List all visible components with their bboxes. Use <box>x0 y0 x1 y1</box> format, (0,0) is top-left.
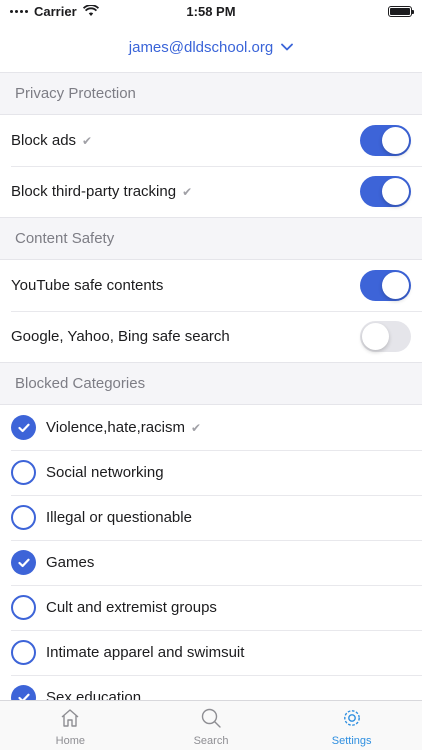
row-label: YouTube safe contents <box>11 277 360 294</box>
tab-settings[interactable]: Settings <box>281 701 422 750</box>
toggle-switch-block-third-party-tracking[interactable] <box>360 176 411 207</box>
toggle-knob <box>382 272 409 299</box>
toggle-knob <box>362 323 389 350</box>
setting-row-block-ads: Block ads ✔ <box>0 115 422 166</box>
toggle-switch-youtube-safe-contents[interactable] <box>360 270 411 301</box>
row-label-text: Intimate apparel and swimsuit <box>46 644 245 661</box>
category-row-cult-and-extremist-groups[interactable]: Cult and extremist groups <box>0 585 422 630</box>
row-label-text: Sex education <box>46 689 142 700</box>
section-header-privacy: Privacy Protection <box>0 72 422 115</box>
tab-label: Settings <box>331 735 372 747</box>
home-icon <box>59 707 81 732</box>
row-label-text: YouTube safe contents <box>11 277 164 294</box>
row-label: Cult and extremist groups <box>46 599 411 616</box>
row-label: Games <box>46 554 411 571</box>
row-label: Sex education <box>46 689 411 700</box>
account-email: james@dldschool.org <box>128 38 274 56</box>
settings-list[interactable]: Privacy Protection Block ads ✔ Block third-… <box>0 72 422 700</box>
checked-circle-icon[interactable] <box>11 415 36 440</box>
row-label-text: Illegal or questionable <box>46 509 192 526</box>
tab-home[interactable]: Home <box>0 701 141 750</box>
setting-row-google-yahoo-bing-safe-search: Google, Yahoo, Bing safe search <box>0 311 422 362</box>
row-label-text: Games <box>46 554 95 571</box>
row-label: Block ads ✔ <box>11 132 360 149</box>
chevron-down-icon <box>281 43 294 51</box>
search-icon <box>200 707 222 732</box>
toggle-knob <box>382 178 409 205</box>
row-label: Intimate apparel and swimsuit <box>46 644 411 661</box>
checkmark-icon: ✔ <box>82 133 93 148</box>
category-row-games[interactable]: Games <box>0 540 422 585</box>
row-label-text: Social networking <box>46 464 164 481</box>
row-label: Social networking <box>46 464 411 481</box>
carrier-label: Carrier <box>34 3 77 19</box>
checked-circle-icon[interactable] <box>11 550 36 575</box>
unchecked-circle-icon[interactable] <box>11 640 36 665</box>
tab-label: Home <box>55 735 85 747</box>
toggle-knob <box>382 127 409 154</box>
unchecked-circle-icon[interactable] <box>11 505 36 530</box>
row-label: Google, Yahoo, Bing safe search <box>11 328 360 345</box>
setting-row-youtube-safe-contents: YouTube safe contents <box>0 260 422 311</box>
gear-icon <box>341 707 363 732</box>
row-label-text: Block ads <box>11 132 77 149</box>
toggle-switch-block-ads[interactable] <box>360 125 411 156</box>
section-header-blocked: Blocked Categories <box>0 362 422 405</box>
wifi-icon <box>82 5 99 16</box>
row-label-text: Google, Yahoo, Bing safe search <box>11 328 230 345</box>
tab-label: Search <box>193 735 229 747</box>
unchecked-circle-icon[interactable] <box>11 595 36 620</box>
category-row-social-networking[interactable]: Social networking <box>0 450 422 495</box>
setting-row-block-third-party-tracking: Block third-party tracking ✔ <box>0 166 422 217</box>
signal-icon <box>10 9 28 13</box>
unchecked-circle-icon[interactable] <box>11 460 36 485</box>
toggle-switch-google-yahoo-bing-safe-search[interactable] <box>360 321 411 352</box>
tab-search[interactable]: Search <box>141 701 282 750</box>
category-row-illegal-or-questionable[interactable]: Illegal or questionable <box>0 495 422 540</box>
category-row-violence-hate-racism[interactable]: Violence,hate,racism ✔ <box>0 405 422 450</box>
tab-bar: Home Search Settings <box>0 700 422 750</box>
section-header-content_safety: Content Safety <box>0 217 422 260</box>
checkmark-icon: ✔ <box>190 420 202 435</box>
row-label-text: Block third-party tracking <box>11 183 177 200</box>
account-selector[interactable]: james@dldschool.org <box>0 22 422 72</box>
row-label: Violence,hate,racism ✔ <box>46 419 411 436</box>
row-label-text: Violence,hate,racism <box>46 419 185 436</box>
status-bar: Carrier 1:58 PM <box>0 0 422 22</box>
row-label-text: Cult and extremist groups <box>46 599 217 616</box>
row-label: Block third-party tracking ✔ <box>11 183 360 200</box>
checkmark-icon: ✔ <box>182 184 193 199</box>
category-row-intimate-apparel-and-swimsuit[interactable]: Intimate apparel and swimsuit <box>0 630 422 675</box>
checked-circle-icon[interactable] <box>11 685 36 700</box>
category-row-sex-education[interactable]: Sex education <box>0 675 422 700</box>
status-left: Carrier <box>10 4 99 19</box>
row-label: Illegal or questionable <box>46 509 411 526</box>
battery-icon <box>388 5 414 17</box>
